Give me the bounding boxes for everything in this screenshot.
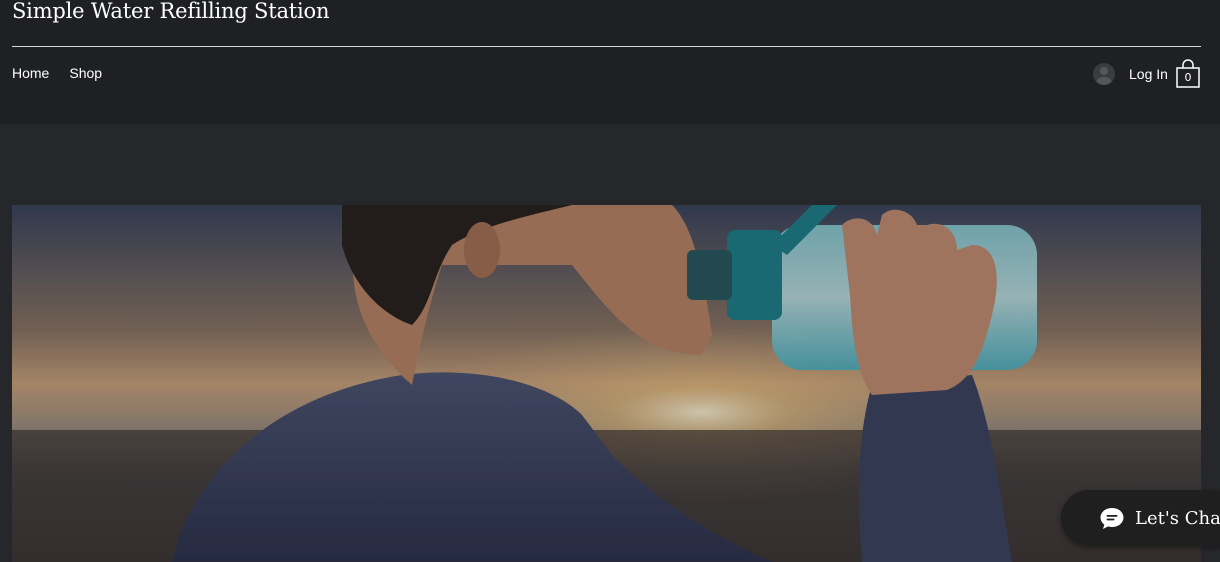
nav-item-home[interactable]: Home [12,64,49,82]
hero-photo [12,205,1201,562]
login-label: Log In [1129,66,1168,82]
chat-bubble-icon [1100,508,1124,529]
cart-count: 0 [1184,71,1192,84]
login-button[interactable]: Log In [1093,62,1168,86]
hero-image [12,205,1201,562]
chat-label: Let's Chat! [1135,507,1220,529]
main-nav: Home Shop [12,64,102,82]
nav-item-shop[interactable]: Shop [69,64,102,82]
site-title[interactable]: Simple Water Refilling Station [12,0,330,26]
header-divider [12,46,1201,47]
avatar-icon [1093,63,1115,85]
chat-button[interactable]: Let's Chat! [1061,490,1220,546]
site-header: Simple Water Refilling Station Home Shop… [0,0,1220,124]
cart-button[interactable]: 0 [1175,59,1201,89]
